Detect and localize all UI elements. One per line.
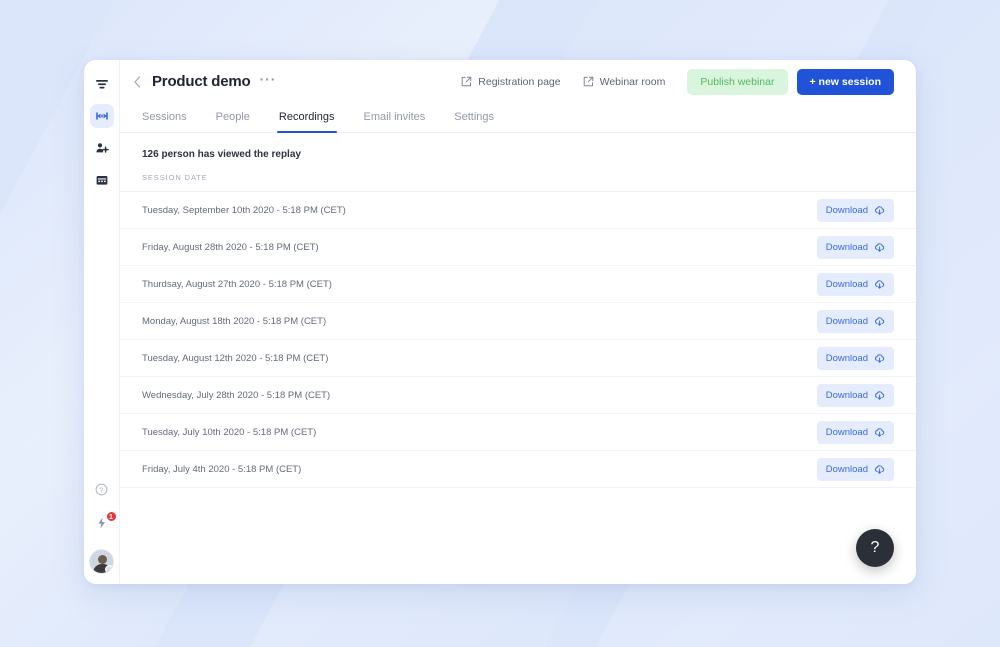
tab-sessions[interactable]: Sessions (142, 111, 187, 132)
tab-settings[interactable]: Settings (454, 111, 494, 132)
download-button-label: Download (825, 463, 868, 475)
avatar[interactable] (89, 549, 114, 574)
download-button[interactable]: Download (816, 235, 894, 259)
download-button-label: Download (825, 315, 868, 327)
table-row: Thurdsay, August 27th 2020 - 5:18 PM (CE… (120, 266, 916, 303)
webinar-room-link[interactable]: Webinar room (583, 75, 666, 88)
download-button-label: Download (825, 352, 868, 364)
avatar-status-dot (105, 565, 113, 573)
download-button-label: Download (825, 204, 868, 216)
cloud-download-icon (874, 390, 885, 401)
calendar-icon (95, 173, 109, 187)
tab-recordings[interactable]: Recordings (276, 111, 337, 133)
table-row: Friday, August 28th 2020 - 5:18 PM (CET)… (120, 229, 916, 266)
download-button[interactable]: Download (816, 420, 894, 444)
recordings-row-list: Tuesday, September 10th 2020 - 5:18 PM (… (120, 192, 916, 488)
replay-views-summary: 126 person has viewed the replay (142, 149, 301, 160)
webinar-room-label: Webinar room (599, 75, 666, 88)
download-button[interactable]: Download (816, 346, 894, 370)
download-button[interactable]: Download (816, 198, 894, 222)
webinar-icon (95, 109, 109, 123)
svg-text:?: ? (100, 487, 104, 494)
new-session-button[interactable]: + new session (796, 68, 894, 95)
cloud-download-icon (874, 316, 885, 327)
updates-badge: 1 (105, 511, 117, 522)
menu-filter-icon (95, 77, 109, 91)
cloud-download-icon (874, 427, 885, 438)
download-button-label: Download (825, 278, 868, 290)
cloud-download-icon (874, 353, 885, 364)
download-button[interactable]: Download (816, 272, 894, 296)
session-date-cell: Monday, August 18th 2020 - 5:18 PM (CET) (142, 315, 327, 327)
tab-bar: Sessions People Recordings Email invites… (120, 103, 916, 133)
tab-people[interactable]: People (216, 111, 250, 132)
table-row: Tuesday, September 10th 2020 - 5:18 PM (… (120, 192, 916, 229)
page-header: Product demo ··· Registration page Webin… (120, 60, 916, 103)
session-date-cell: Tuesday, July 10th 2020 - 5:18 PM (CET) (142, 426, 317, 438)
table-row: Friday, July 4th 2020 - 5:18 PM (CET) Dow… (120, 451, 916, 488)
sidebar-item-contacts[interactable] (90, 136, 114, 160)
session-date-cell: Thurdsay, August 27th 2020 - 5:18 PM (CE… (142, 278, 332, 290)
app-window: ? 1 Product demo ··· Registration page W… (84, 60, 916, 584)
download-button[interactable]: Download (816, 383, 894, 407)
sidebar-item-help[interactable]: ? (90, 477, 114, 501)
table-row: Wednesday, July 28th 2020 - 5:18 PM (CET… (120, 377, 916, 414)
chevron-left-icon (133, 75, 140, 88)
page-title: Product demo (152, 73, 251, 90)
contacts-add-icon (95, 141, 109, 155)
table-row: Tuesday, July 10th 2020 - 5:18 PM (CET) D… (120, 414, 916, 451)
sidebar-bottom-items: ? 1 (89, 477, 117, 574)
column-header-session-date: SESSION DATE (120, 173, 916, 192)
cloud-download-icon (874, 205, 885, 216)
tab-email-invites[interactable]: Email invites (364, 111, 426, 132)
session-date-cell: Friday, July 4th 2020 - 5:18 PM (CET) (142, 463, 302, 475)
download-button-label: Download (825, 389, 868, 401)
sidebar-item-updates[interactable]: 1 (90, 511, 117, 537)
help-circle-icon: ? (95, 483, 108, 496)
sidebar-item-menu[interactable] (90, 72, 114, 96)
publish-webinar-button[interactable]: Publish webinar (687, 68, 788, 95)
back-button[interactable] (128, 73, 146, 91)
session-date-cell: Wednesday, July 28th 2020 - 5:18 PM (CET… (142, 389, 331, 401)
download-button[interactable]: Download (816, 457, 894, 481)
help-fab-button[interactable]: ? (856, 529, 894, 567)
session-date-cell: Tuesday, September 10th 2020 - 5:18 PM (… (142, 204, 346, 216)
registration-page-link[interactable]: Registration page (461, 75, 561, 88)
table-row: Monday, August 18th 2020 - 5:18 PM (CET)… (120, 303, 916, 340)
sidebar-item-webinars[interactable] (89, 104, 114, 128)
cloud-download-icon (874, 279, 885, 290)
external-link-icon (461, 76, 472, 87)
download-button-label: Download (825, 426, 868, 438)
sidebar-top-items (89, 72, 114, 192)
left-sidebar: ? 1 (84, 60, 120, 584)
recordings-table: SESSION DATE Tuesday, September 10th 202… (120, 173, 916, 584)
title-more-button[interactable]: ··· (259, 72, 276, 89)
external-link-icon (583, 76, 593, 87)
download-button-label: Download (825, 241, 868, 253)
session-date-cell: Friday, August 28th 2020 - 5:18 PM (CET) (142, 241, 319, 253)
table-row: Tuesday, August 12th 2020 - 5:18 PM (CET… (120, 340, 916, 377)
main-panel: Product demo ··· Registration page Webin… (120, 60, 916, 584)
sidebar-item-calendar[interactable] (90, 168, 114, 192)
session-date-cell: Tuesday, August 12th 2020 - 5:18 PM (CET… (142, 352, 329, 364)
avatar-head (98, 555, 107, 564)
cloud-download-icon (874, 464, 885, 475)
cloud-download-icon (874, 242, 885, 253)
download-button[interactable]: Download (816, 309, 894, 333)
registration-page-label: Registration page (478, 75, 561, 88)
